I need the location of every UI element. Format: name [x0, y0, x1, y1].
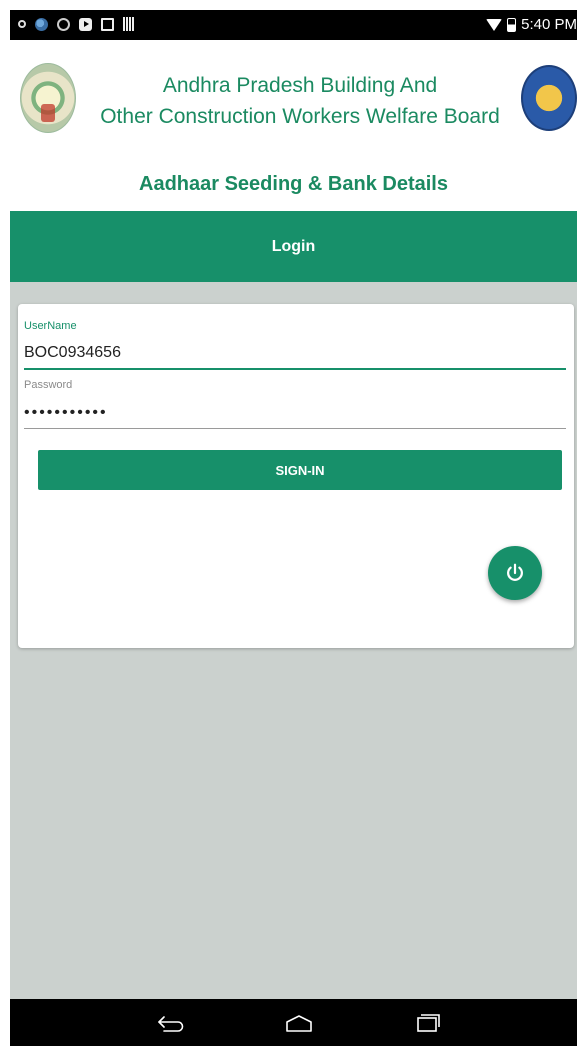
login-title: Login	[271, 237, 316, 255]
battery-icon	[507, 17, 517, 32]
password-underline	[24, 428, 566, 429]
org-title-line1: Andhra Pradesh Building And	[162, 74, 438, 97]
power-button[interactable]	[488, 546, 542, 600]
status-time: 5:40 PM	[521, 16, 577, 33]
username-input[interactable]	[24, 340, 566, 366]
app-subtitle: Aadhaar Seeding & Bank Details	[139, 173, 448, 195]
globe-icon	[35, 17, 48, 31]
device-screen: 5:40 PM Andhra Pradesh Building And Othe…	[10, 10, 577, 1046]
username-label: UserName	[24, 320, 77, 332]
org-title: Andhra Pradesh Building And Other Constr…	[80, 70, 520, 132]
login-title-bar: Login	[10, 211, 577, 282]
recents-icon	[417, 1014, 440, 1032]
state-emblem-logo	[20, 63, 76, 133]
youtube-icon	[79, 17, 92, 31]
nav-recents-button[interactable]	[411, 1011, 443, 1035]
navigation-bar	[10, 999, 577, 1046]
notification-dot-icon	[18, 20, 26, 28]
content-area: UserName Password SIGN-IN	[10, 282, 577, 999]
wifi-icon	[486, 18, 503, 31]
notification-icons	[18, 17, 135, 31]
nav-home-button[interactable]	[283, 1011, 315, 1035]
back-icon	[158, 1016, 184, 1032]
status-bar: 5:40 PM	[10, 10, 577, 40]
org-title-line2: Other Construction Workers Welfare Board	[100, 105, 500, 128]
password-label: Password	[24, 379, 73, 391]
nav-back-button[interactable]	[155, 1011, 187, 1035]
login-card: UserName Password SIGN-IN	[18, 304, 574, 648]
system-status: 5:40 PM	[486, 16, 577, 33]
password-input[interactable]	[24, 400, 566, 426]
clipboard-icon	[101, 17, 114, 31]
username-underline	[24, 368, 566, 370]
welfare-board-logo	[521, 65, 577, 131]
sign-in-button[interactable]: SIGN-IN	[38, 450, 562, 490]
app-header: Andhra Pradesh Building And Other Constr…	[10, 40, 577, 220]
barcode-icon	[123, 17, 135, 31]
power-icon	[507, 563, 523, 581]
sync-icon	[57, 17, 70, 31]
home-icon	[286, 1015, 312, 1032]
